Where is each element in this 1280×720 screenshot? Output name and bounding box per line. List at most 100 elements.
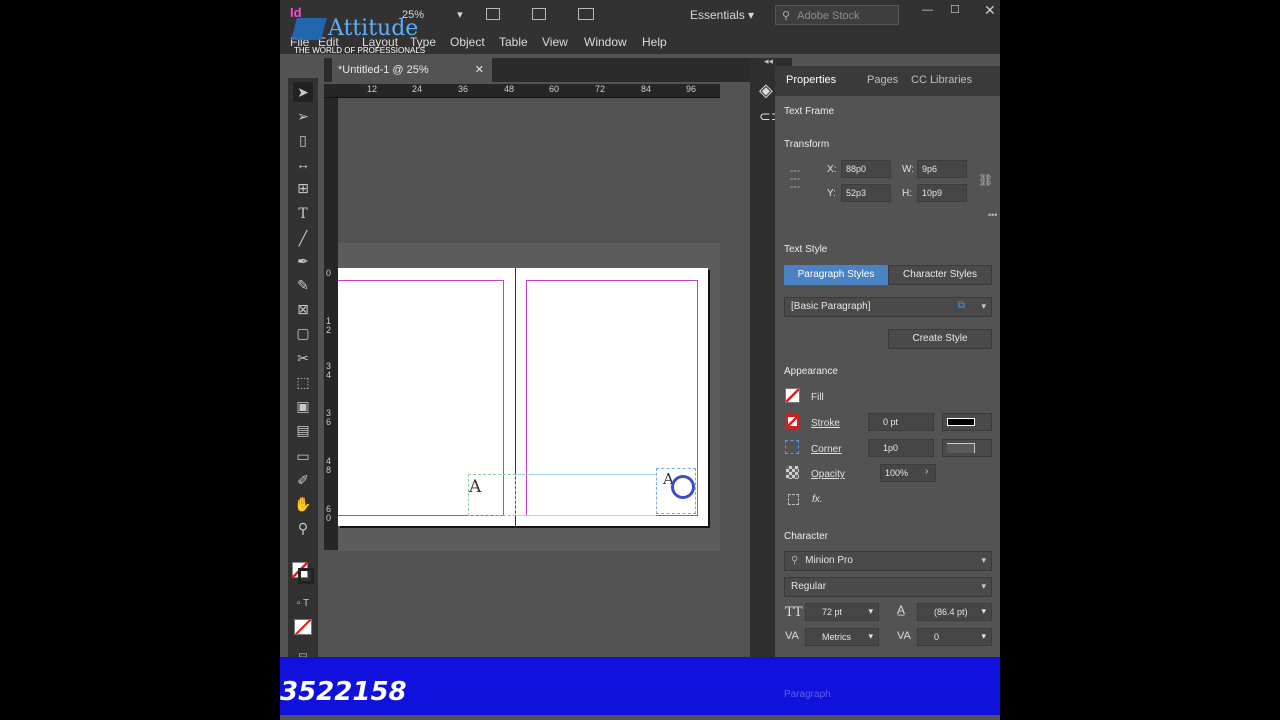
apply-none-icon[interactable] (294, 619, 312, 635)
line-tool-icon[interactable]: ╱ (293, 228, 313, 248)
corner-icon (785, 440, 799, 454)
tab-pages[interactable]: Pages (867, 74, 898, 86)
layers-icon[interactable]: ◈ (759, 80, 773, 101)
tab-properties[interactable]: Properties (786, 74, 836, 86)
paragraph-styles-tab[interactable]: Paragraph Styles (784, 265, 888, 285)
banner-number: 3522158 (280, 677, 407, 707)
rectangle-frame-tool-icon[interactable]: ⊠ (293, 299, 313, 319)
screen-mode-icon[interactable] (532, 8, 546, 20)
object-effects-icon[interactable] (788, 494, 799, 505)
height-field[interactable]: 10p9 (917, 184, 967, 202)
vertical-ruler: 0 1 2 3 4 3 6 4 8 6 0 (324, 98, 338, 550)
ruler-tick: 84 (641, 84, 652, 94)
collapse-arrows-icon[interactable]: ◂◂ (764, 56, 773, 67)
indesign-app: Id 25% ▾ Essentials ▾ ⚲ Adobe Stock — ☐ … (280, 0, 1000, 720)
corner-size-field[interactable]: 1p0 (868, 439, 934, 457)
fill-swatch-icon[interactable] (785, 388, 800, 403)
x-position-field[interactable]: 88p0 (841, 160, 891, 178)
page-spread[interactable]: A A (338, 268, 708, 526)
free-transform-tool-icon[interactable]: ⬚ (293, 372, 313, 392)
font-size-field[interactable]: 72 pt ▾ (805, 603, 879, 621)
formatting-affects-container-icon[interactable]: ▫ T (293, 594, 313, 614)
tab-cc-libraries[interactable]: CC Libraries (911, 74, 972, 86)
y-position-field[interactable]: 52p3 (841, 184, 891, 202)
paragraph-style-select[interactable]: [Basic Paragraph] ⧉ ▾ (784, 297, 992, 317)
fill-label: Fill (811, 392, 824, 403)
corner-label[interactable]: Corner (811, 444, 842, 455)
frame-fitting-icon[interactable] (486, 8, 500, 20)
chevron-right-icon[interactable]: › (925, 466, 928, 477)
font-family-select[interactable]: ⚲ Minion Pro ▾ (784, 551, 992, 571)
tracking-field[interactable]: 0 ▾ (917, 628, 992, 646)
font-style-select[interactable]: Regular ▾ (784, 577, 992, 597)
minimize-button[interactable]: — (922, 4, 933, 16)
pen-tool-icon[interactable]: ✒ (293, 251, 313, 271)
more-options-icon[interactable]: ••• (988, 210, 997, 220)
note-tool-icon[interactable]: ▭ (293, 446, 313, 466)
maximize-button[interactable]: ☐ (950, 3, 960, 16)
gap-tool-icon[interactable]: ↔ (293, 154, 313, 174)
menu-table[interactable]: Table (499, 35, 528, 49)
new-style-icon[interactable]: ⧉ (958, 300, 965, 311)
stroke-label[interactable]: Stroke (811, 418, 840, 429)
close-button[interactable]: ✕ (984, 2, 996, 19)
type-tool-icon[interactable]: T (293, 204, 313, 224)
chevron-down-icon: ▾ (981, 581, 986, 591)
ruler-tick: 4 (326, 370, 332, 380)
selection-tool-icon[interactable]: ➤ (293, 82, 313, 102)
hand-tool-icon[interactable]: ✋ (293, 494, 313, 514)
scissors-tool-icon[interactable]: ✂ (293, 348, 313, 368)
menu-window[interactable]: Window (584, 35, 627, 49)
document-tab[interactable]: *Untitled-1 @ 25% ✕ (332, 58, 492, 82)
ruler-tick: 60 (549, 84, 560, 94)
stroke-swatch-icon[interactable] (785, 414, 800, 429)
reference-point-icon[interactable]: ▫▫▫ ▫▫▫ ▫▫▫ (790, 168, 814, 192)
zoom-tool-icon[interactable]: ⚲ (293, 518, 313, 538)
fill-stroke-swatch[interactable] (292, 562, 314, 584)
pencil-tool-icon[interactable]: ✎ (293, 275, 313, 295)
text-frame-selected[interactable]: A (656, 468, 696, 514)
page-tool-icon[interactable]: ▯ (293, 130, 313, 150)
direct-selection-tool-icon[interactable]: ➢ (293, 106, 313, 126)
stroke-weight-field[interactable]: 0 pt (868, 413, 934, 431)
object-type-label: Text Frame (784, 106, 835, 117)
create-style-button[interactable]: Create Style (888, 329, 992, 349)
chevron-down-icon: ▾ (981, 301, 986, 311)
horizontal-ruler: 12 24 36 48 60 72 84 96 (324, 84, 720, 98)
panel-tab-bar: Properties Pages CC Libraries (775, 66, 1000, 96)
ruler-tick: 6 (326, 417, 332, 427)
menu-view[interactable]: View (542, 35, 568, 49)
tracking-icon: VA (897, 630, 911, 642)
stroke-type-select[interactable] (942, 413, 992, 431)
ruler-tick: 72 (595, 84, 606, 94)
text-frame-left[interactable]: A (468, 474, 516, 516)
fx-button[interactable]: fx. (812, 494, 823, 505)
menu-object[interactable]: Object (450, 35, 485, 49)
content-collector-icon[interactable]: ⊞ (293, 178, 313, 198)
ruler-tick: 24 (412, 84, 423, 94)
w-label: W: (902, 164, 915, 175)
leading-field[interactable]: (86.4 pt) ▾ (917, 603, 992, 621)
gradient-swatch-tool-icon[interactable]: ▣ (293, 396, 313, 416)
baseline-guide (516, 474, 656, 516)
character-styles-tab[interactable]: Character Styles (888, 265, 992, 285)
search-icon: ⚲ (791, 555, 799, 566)
arrange-docs-icon[interactable] (578, 8, 594, 20)
appearance-heading: Appearance (784, 366, 838, 377)
gradient-feather-tool-icon[interactable]: ▤ (293, 420, 313, 440)
document-canvas[interactable]: A A (338, 98, 720, 658)
opacity-label[interactable]: Opacity (811, 469, 845, 480)
ruler-tick: 12 (367, 84, 378, 94)
ruler-tick: 96 (686, 84, 697, 94)
stock-search[interactable]: ⚲ Adobe Stock (775, 5, 899, 25)
close-tab-icon[interactable]: ✕ (475, 63, 484, 76)
menu-help[interactable]: Help (642, 35, 667, 49)
constrain-proportions-icon[interactable]: ⛓ (978, 173, 993, 187)
rectangle-tool-icon[interactable]: ▢ (293, 323, 313, 343)
width-field[interactable]: 9p6 (917, 160, 967, 178)
workspace-select[interactable]: Essentials ▾ (690, 8, 754, 22)
logo-cube-icon (291, 18, 327, 40)
corner-shape-select[interactable] (942, 439, 992, 457)
kerning-field[interactable]: Metrics ▾ (805, 628, 879, 646)
eyedropper-tool-icon[interactable]: ✐ (293, 470, 313, 490)
